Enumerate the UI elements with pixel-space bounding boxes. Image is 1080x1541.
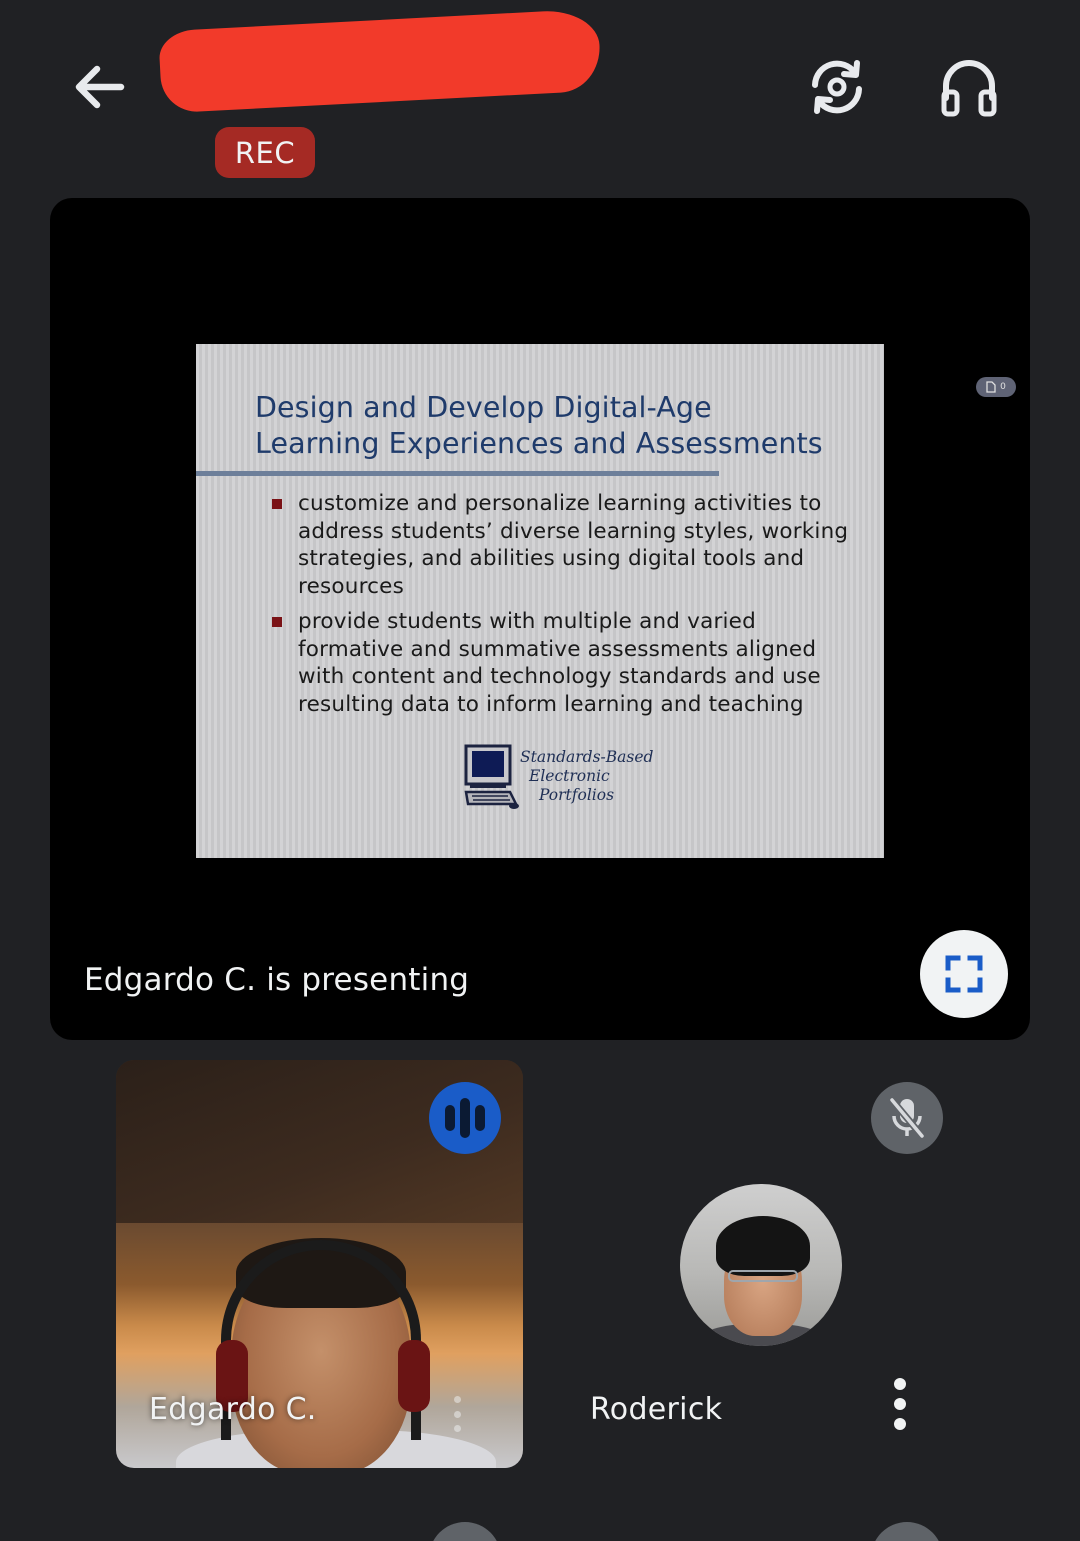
recording-badge: REC <box>215 127 315 178</box>
logo-line: Standards-Based <box>520 748 654 766</box>
document-icon <box>986 381 996 393</box>
participant-name: Roderick <box>590 1392 723 1427</box>
logo-text: Standards-Based Electronic Portfolios <box>520 748 653 805</box>
participant-indicator-partial <box>871 1522 943 1541</box>
slide-bullet-list: customize and personalize learning activ… <box>272 490 862 726</box>
participant-name: Edgardo C. <box>149 1392 317 1427</box>
switch-camera-button[interactable] <box>802 52 872 122</box>
slide-bullet: customize and personalize learning activ… <box>272 490 862 600</box>
logo-line: Portfolios <box>539 786 615 804</box>
speaking-icon <box>429 1082 501 1154</box>
participant-tile-edgardo[interactable]: Edgardo C. <box>116 1060 523 1468</box>
more-vert-icon[interactable] <box>890 1378 910 1430</box>
slide-title-line: Learning Experiences and Assessments <box>255 427 823 460</box>
shared-slide: Design and Develop Digital-Age Learning … <box>196 344 884 858</box>
bullet-text: customize and personalize learning activ… <box>298 491 849 599</box>
logo-line: Electronic <box>529 767 610 785</box>
arrow-back-icon <box>75 65 125 109</box>
page-indicator: 0 <box>976 377 1016 397</box>
bullet-marker <box>272 499 282 509</box>
bullet-marker <box>272 617 282 627</box>
avatar-hair <box>716 1216 810 1276</box>
slide-title-line: Design and Develop Digital-Age <box>255 391 712 424</box>
meet-call-screen: REC Design and Develop Digital-Age Learn… <box>0 0 1080 1541</box>
mic-off-indicator <box>871 1082 943 1154</box>
headphones-icon <box>941 60 997 117</box>
bullet-text: provide students with multiple and varie… <box>298 609 821 717</box>
slide-logo: Standards-Based Electronic Portfolios <box>464 742 664 812</box>
more-vert-icon[interactable] <box>450 1396 464 1432</box>
mic-off-icon <box>889 1097 925 1139</box>
avatar-glasses <box>728 1270 798 1282</box>
presentation-tile[interactable]: Design and Develop Digital-Age Learning … <box>50 198 1030 1040</box>
fullscreen-button[interactable] <box>920 930 1008 1018</box>
video-person-earcup <box>398 1340 430 1412</box>
audio-output-button[interactable] <box>934 52 1004 122</box>
participant-tile-roderick[interactable]: Roderick <box>560 1060 960 1468</box>
switch-camera-icon <box>812 60 862 114</box>
slide-bullet: provide students with multiple and varie… <box>272 608 862 718</box>
presenter-label: Edgardo C. is presenting <box>84 962 470 998</box>
participant-indicator-partial <box>429 1522 501 1541</box>
back-button[interactable] <box>68 56 130 118</box>
slide-title: Design and Develop Digital-Age Learning … <box>255 390 875 462</box>
page-indicator-value: 0 <box>1000 382 1006 392</box>
meeting-title[interactable] <box>158 8 602 114</box>
computer-icon <box>464 744 519 809</box>
slide-divider <box>196 471 719 476</box>
avatar <box>680 1184 842 1346</box>
fullscreen-icon <box>945 955 983 993</box>
